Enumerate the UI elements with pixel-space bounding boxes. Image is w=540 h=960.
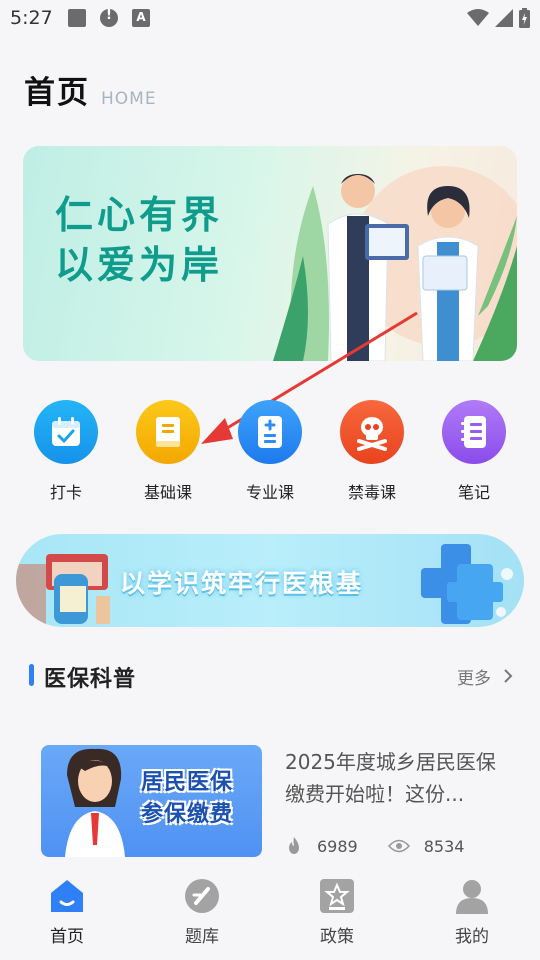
- medical-cross-illustration: [421, 544, 513, 624]
- quick-menu-item-notes[interactable]: 笔记: [429, 400, 519, 503]
- eye-icon: [387, 839, 410, 853]
- wifi-icon: [467, 9, 489, 26]
- views-stat: 8534: [387, 836, 465, 856]
- quick-menu-item-checkin[interactable]: 打卡: [21, 400, 111, 503]
- news-thumbnail-title-line2: 参保缴费: [141, 802, 234, 827]
- page-subtitle: HOME: [101, 89, 157, 109]
- quick-menu: 打卡 基础课 专业课 禁毒课 笔记: [0, 400, 540, 503]
- system-icons: [467, 8, 530, 28]
- section-title: 医保科普: [44, 667, 137, 692]
- home-icon: [51, 880, 83, 912]
- likes-count: 6989: [317, 836, 358, 856]
- skull-icon: [340, 400, 404, 464]
- status-time: 5:27: [10, 7, 53, 29]
- quick-menu-label: 专业课: [245, 483, 294, 502]
- quick-menu-label: 禁毒课: [347, 483, 396, 502]
- section-accent-bar: [29, 664, 34, 686]
- views-count: 8534: [423, 836, 465, 856]
- nav-label: 政策: [320, 927, 354, 947]
- chevron-right-icon[interactable]: [503, 668, 513, 684]
- nav-label: 题库: [185, 927, 219, 947]
- book-icon: [136, 400, 200, 464]
- banner-slogan: 仁心有界 以爱为岸: [55, 190, 223, 290]
- calendar-check-icon: [34, 400, 98, 464]
- battery-icon: [519, 8, 530, 28]
- news-thumbnail-title-line1: 居民医保: [141, 770, 234, 795]
- notification-icons: [68, 8, 150, 27]
- bottom-navigation: 首页 题库 政策 我的: [0, 870, 540, 960]
- quick-menu-item-basic-course[interactable]: 基础课: [123, 400, 213, 503]
- flame-icon: [289, 837, 299, 854]
- quick-menu-label: 基础课: [143, 483, 192, 502]
- quick-menu-item-anti-drug-course[interactable]: 禁毒课: [327, 400, 417, 503]
- policy-icon: [320, 879, 354, 913]
- signal-icon: [495, 9, 513, 27]
- user-icon: [456, 880, 488, 914]
- question-bank-icon: [185, 879, 219, 913]
- news-title[interactable]: 2025年度城乡居民医保缴费开始啦！这份...: [285, 746, 500, 810]
- alert-notification-icon: [100, 8, 118, 27]
- promo-banner[interactable]: 以学识筑牢行医根基: [16, 534, 524, 627]
- nav-label: 首页: [50, 927, 84, 947]
- promo-banner-text: 以学识筑牢行医根基: [120, 569, 364, 598]
- quick-menu-item-professional-course[interactable]: 专业课: [225, 400, 315, 503]
- news-meta: 6989 8534: [285, 836, 464, 856]
- nav-item-question-bank[interactable]: 题库: [157, 878, 247, 947]
- document-plus-icon: [238, 400, 302, 464]
- news-thumbnail-title: 居民医保 参保缴费: [141, 767, 233, 831]
- section-more-link[interactable]: 更多: [457, 664, 491, 689]
- presenter-illustration: [65, 748, 125, 857]
- quick-menu-label: 笔记: [457, 483, 490, 502]
- banner-slogan-line1: 仁心有界: [55, 193, 224, 237]
- quick-menu-label: 打卡: [49, 483, 82, 502]
- image-notification-icon: [68, 9, 86, 27]
- news-thumbnail[interactable]: 居民医保 参保缴费: [41, 745, 262, 857]
- likes-stat: 6989: [285, 836, 358, 856]
- nav-label: 我的: [455, 927, 489, 947]
- nav-item-profile[interactable]: 我的: [427, 878, 517, 947]
- status-bar: 5:27: [0, 0, 540, 36]
- banner-slogan-line2: 以爱为岸: [55, 243, 224, 287]
- nav-item-policy[interactable]: 政策: [292, 878, 382, 947]
- notebook-icon: [442, 400, 506, 464]
- medicine-illustration: [16, 554, 110, 624]
- app-notification-icon: [132, 9, 150, 27]
- nav-item-home[interactable]: 首页: [22, 878, 112, 947]
- page-title: 首页: [24, 75, 90, 111]
